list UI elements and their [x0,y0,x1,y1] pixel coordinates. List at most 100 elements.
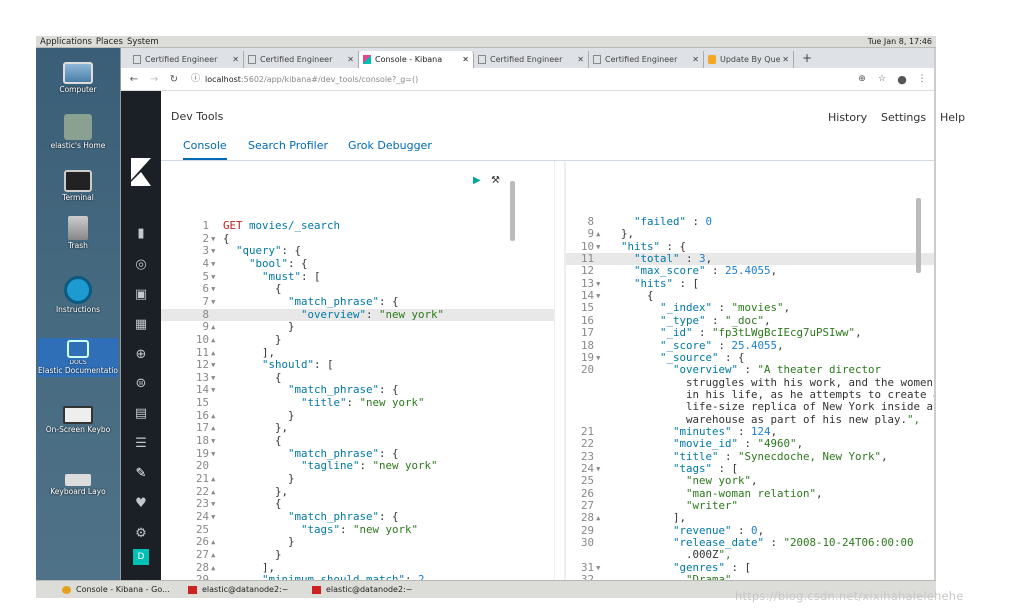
fold-toggle[interactable]: ▴ [209,422,223,434]
fold-toggle[interactable]: ▴ [209,346,223,359]
fold-toggle[interactable]: ▴ [209,485,223,498]
logs-icon[interactable]: ☰ [131,434,151,454]
fold-toggle[interactable]: ▴ [209,409,223,422]
fold-toggle[interactable]: ▾ [209,232,223,245]
reload-icon[interactable]: ↻ [167,74,181,85]
dashboard-icon[interactable]: ▣ [131,285,151,305]
fold-toggle[interactable]: ▾ [594,290,608,302]
fold-toggle[interactable]: ▾ [209,447,223,460]
fold-toggle[interactable]: ▾ [209,498,223,510]
tab-certified-engineer-4[interactable]: Certified Engineer ✕ [589,51,704,68]
tab-grok-debugger[interactable]: Grok Debugger [348,139,432,152]
clock[interactable]: Tue Jan 8, 17:46 [868,36,932,48]
desktop-icon-terminal[interactable]: Terminal [38,170,118,202]
info-icon: ⓘ [191,73,201,84]
fold-toggle[interactable]: ▾ [209,359,223,371]
output-scrollbar[interactable] [916,198,921,273]
infrastructure-icon[interactable]: ▤ [131,404,151,424]
maps-icon[interactable]: ⊜ [131,374,151,394]
account-icon[interactable]: ● [895,73,909,86]
settings-link[interactable]: Settings [881,111,926,124]
code-text: "minutes" : 124, [673,424,778,438]
system-menu[interactable]: System [127,37,159,47]
monitoring-icon[interactable]: ♥ [131,494,151,514]
kibana-logo-icon[interactable] [127,156,155,188]
bookmark-star-icon[interactable]: ☆ [875,74,889,84]
close-tab-icon[interactable]: ✕ [347,55,354,64]
output-line: 9▴ }, [566,228,935,240]
send-request-icon[interactable]: ▶ [473,175,481,186]
taskbar-terminal-1[interactable]: elastic@datanode2:~ [188,584,288,596]
timelion-icon[interactable]: ▦ [131,315,151,335]
fold-toggle[interactable]: ▾ [594,277,608,290]
fold-toggle[interactable]: ▾ [209,384,223,396]
dev-tools-icon[interactable]: ✎ [131,464,151,484]
desktop-icon-home[interactable]: elastic's Home [38,114,118,150]
visualize-icon[interactable]: ▮ [131,224,151,244]
fold-toggle[interactable]: ▾ [594,240,608,253]
desktop-icon-instructions[interactable]: Instructions [38,276,118,314]
editor-line: 18▾ { [161,435,554,447]
user-avatar[interactable]: D [133,549,149,565]
editor-scrollbar[interactable] [510,181,515,241]
fold-toggle[interactable]: ▴ [209,473,223,485]
taskbar-terminal-2[interactable]: elastic@datanode2:~ [312,584,412,596]
address-bar[interactable]: ⓘ localhost:5602/app/kibana#/dev_tools/c… [191,71,847,88]
places-menu[interactable]: Places [96,37,123,47]
fold-toggle[interactable]: ▴ [594,228,608,240]
taskbar-chrome[interactable]: Console - Kibana - Go... [62,584,170,596]
home-folder-icon [64,114,92,140]
fold-toggle[interactable]: ▾ [209,510,223,523]
fold-toggle[interactable]: ▴ [209,561,223,574]
close-tab-icon[interactable]: ✕ [462,55,469,64]
desktop-icon-keyboard-layout[interactable]: Keyboard Layo [38,474,118,496]
tab-update-by-query[interactable]: Update By Query✕ [704,51,794,68]
fold-toggle[interactable]: ▾ [594,561,608,574]
tab-console-kibana[interactable]: Console - Kibana ✕ [359,51,474,68]
tab-certified-engineer-1[interactable]: Certified Engineer ✕ [129,51,244,68]
tab-search-profiler[interactable]: Search Profiler [248,139,328,152]
history-link[interactable]: History [828,111,867,124]
desktop-icon-trash[interactable]: Trash [38,216,118,250]
fold-toggle[interactable]: ▾ [594,463,608,475]
zoom-icon[interactable]: ⊕ [855,74,869,84]
tab-console[interactable]: Console [183,139,227,160]
discover-icon[interactable]: ◎ [131,255,151,275]
help-link[interactable]: Help [940,111,965,124]
back-icon[interactable]: ← [127,74,141,85]
fold-toggle[interactable]: ▾ [209,245,223,257]
close-tab-icon[interactable]: ✕ [692,55,699,64]
editor-line: 11▴ ], [161,346,554,359]
desktop-icon-docs[interactable]: DOCS Elastic Documentatio [38,338,118,377]
request-editor[interactable]: 1 GET movies/_search 2▾{3▾ "query": {4▾ "b… [161,161,554,580]
applications-menu[interactable]: Applications [40,37,92,47]
close-tab-icon[interactable]: ✕ [782,55,789,64]
forward-icon[interactable]: → [147,74,161,85]
line-number: 14 [195,383,209,397]
desktop-icon-onscreen-keyboard[interactable]: On-Screen Keybo [38,406,118,434]
fold-toggle[interactable]: ▾ [209,295,223,308]
fold-toggle[interactable]: ▾ [209,435,223,447]
close-tab-icon[interactable]: ✕ [577,55,584,64]
tab-certified-engineer-2[interactable]: Certified Engineer ✕ [244,51,359,68]
wrench-icon[interactable]: ⚒ [491,175,500,186]
fold-toggle[interactable]: ▾ [209,270,223,283]
fold-toggle[interactable]: ▴ [209,548,223,561]
fold-toggle[interactable]: ▾ [209,257,223,270]
code-text: { [223,231,230,245]
close-tab-icon[interactable]: ✕ [232,55,239,64]
fold-toggle[interactable]: ▴ [594,512,608,524]
fold-toggle[interactable]: ▾ [209,283,223,295]
fold-toggle[interactable]: ▾ [209,371,223,384]
new-tab-button[interactable]: + [802,51,812,65]
fold-toggle[interactable]: ▴ [209,321,223,333]
desktop-icon-computer[interactable]: Computer [38,62,118,94]
canvas-icon[interactable]: ⊕ [131,345,151,365]
pane-resizer[interactable] [554,161,565,580]
fold-toggle[interactable]: ▴ [209,333,223,346]
tab-certified-engineer-3[interactable]: Certified Engineer ✕ [474,51,589,68]
management-icon[interactable]: ⚙ [131,524,151,544]
fold-toggle[interactable]: ▴ [209,536,223,548]
menu-icon[interactable]: ⋮ [915,74,929,84]
fold-toggle[interactable]: ▾ [594,351,608,364]
